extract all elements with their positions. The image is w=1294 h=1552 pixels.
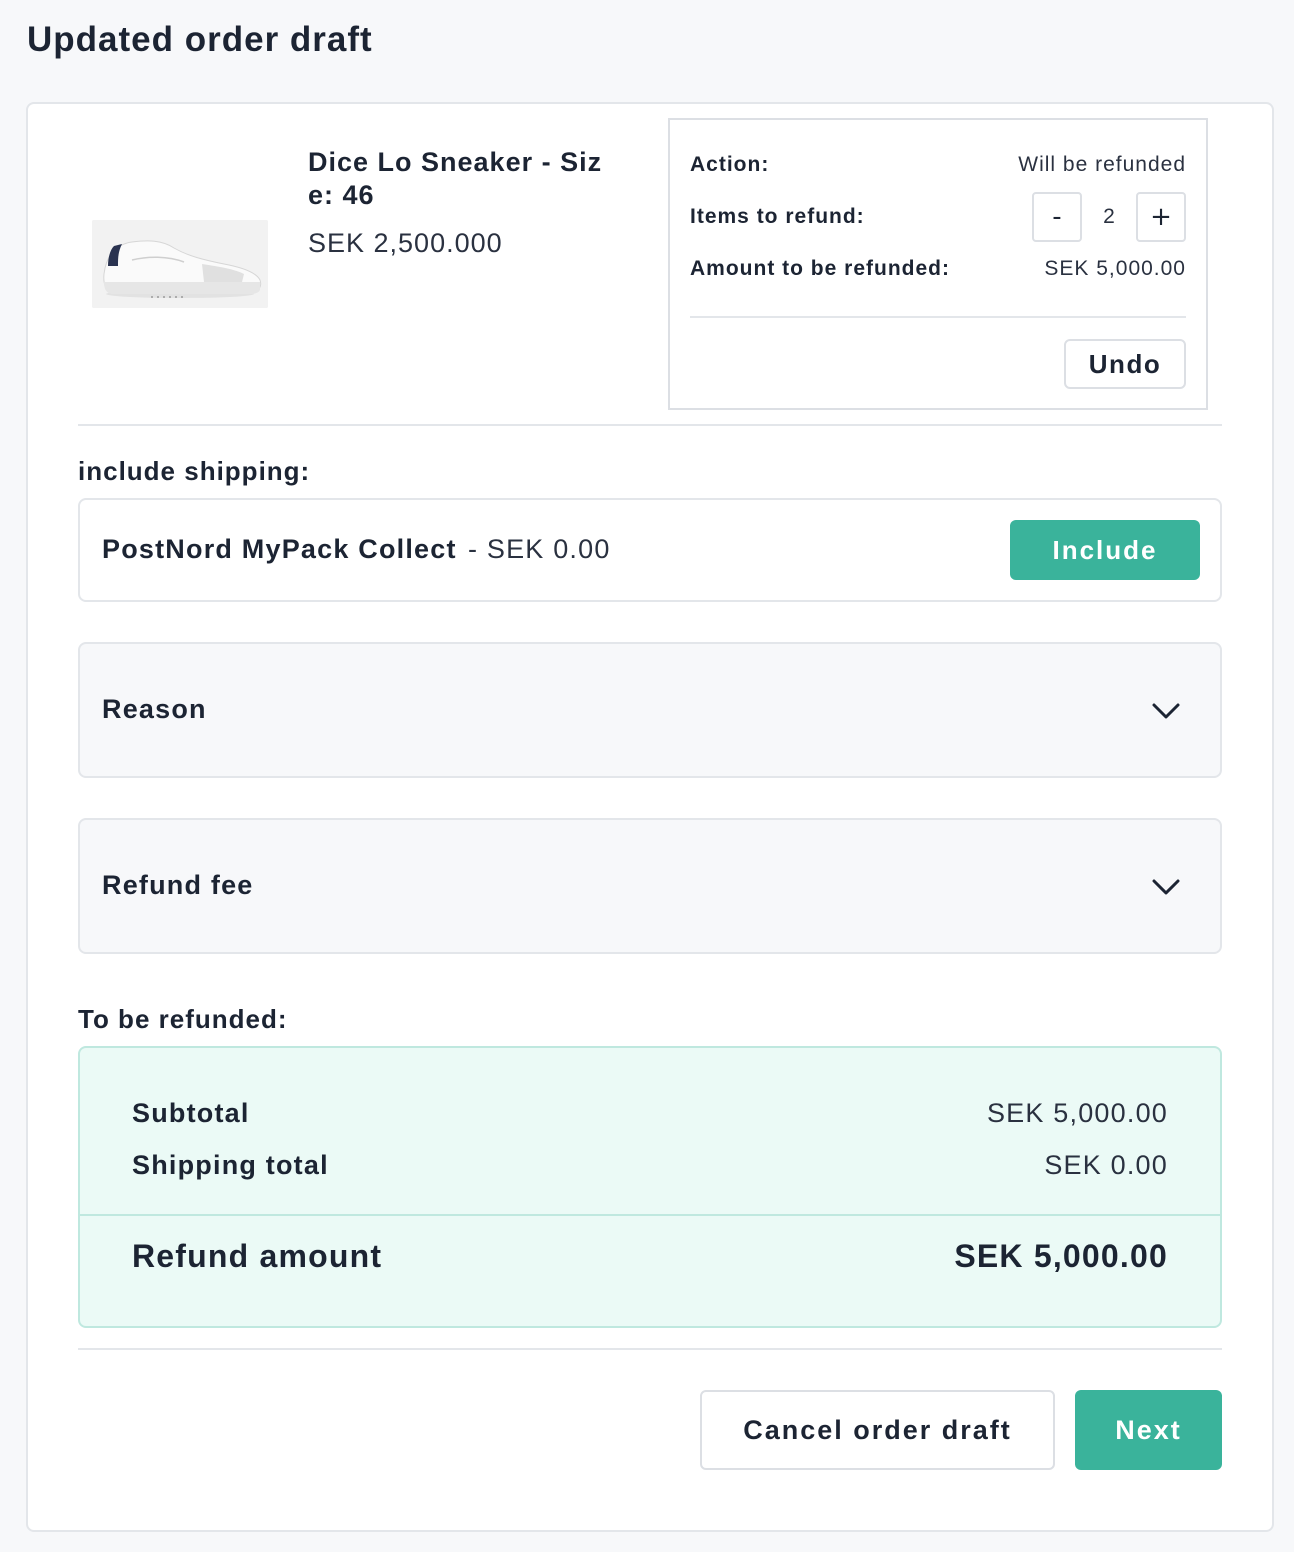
amount-value: SEK 5,000.00: [1044, 257, 1186, 280]
shipping-method-price: - SEK 0.00: [468, 534, 611, 564]
panel-divider: [690, 316, 1186, 318]
items-to-refund-row: Items to refund: - 2 +: [690, 192, 1186, 242]
refund-amount-value: SEK 5,000.00: [954, 1238, 1168, 1274]
quantity-value: 2: [1103, 205, 1115, 228]
action-row: Action: Will be refunded: [690, 150, 1186, 180]
refund-summary: Subtotal SEK 5,000.00 Shipping total SEK…: [78, 1046, 1222, 1328]
shipping-option: PostNord MyPack Collect - SEK 0.00 Inclu…: [78, 498, 1222, 602]
subtotal-value: SEK 5,000.00: [986, 1098, 1168, 1128]
amount-label: Amount to be refunded:: [690, 257, 950, 280]
product-name: Dice Lo Sneaker - Size: 46: [308, 147, 603, 210]
refund-fee-label: Refund fee: [102, 870, 254, 900]
decrement-button[interactable]: -: [1032, 192, 1082, 242]
include-shipping-label: include shipping:: [78, 456, 311, 486]
refund-amount-label: Refund amount: [132, 1238, 383, 1274]
cancel-order-draft-button[interactable]: Cancel order draft: [700, 1390, 1055, 1470]
shipping-total-label: Shipping total: [132, 1150, 329, 1180]
shipping-total-value: SEK 0.00: [1044, 1150, 1168, 1180]
chevron-down-icon: [1152, 703, 1180, 719]
include-shipping-button[interactable]: Include: [1010, 520, 1200, 580]
refund-action-panel: Action: Will be refunded Items to refund…: [668, 118, 1208, 410]
chevron-down-icon: [1152, 879, 1180, 895]
subtotal-label: Subtotal: [132, 1098, 250, 1128]
summary-divider: [80, 1214, 1220, 1216]
product-divider: [78, 424, 1222, 426]
reason-accordion[interactable]: Reason: [78, 642, 1222, 778]
footer-divider: [78, 1348, 1222, 1350]
product-price: SEK 2,500.000: [308, 228, 503, 258]
quantity-stepper: - 2 +: [1032, 192, 1186, 242]
items-to-refund-label: Items to refund:: [690, 205, 865, 228]
next-button[interactable]: Next: [1075, 1390, 1222, 1470]
reason-label: Reason: [102, 694, 207, 724]
refund-fee-accordion[interactable]: Refund fee: [78, 818, 1222, 954]
refund-amount-row: Refund amount SEK 5,000.00: [132, 1238, 1168, 1275]
to-be-refunded-label: To be refunded:: [78, 1004, 288, 1034]
page-title: Updated order draft: [27, 20, 373, 59]
subtotal-row: Subtotal SEK 5,000.00: [132, 1098, 1168, 1129]
shipping-total-row: Shipping total SEK 0.00: [132, 1150, 1168, 1181]
action-label: Action:: [690, 153, 770, 176]
undo-button[interactable]: Undo: [1064, 339, 1186, 389]
increment-button[interactable]: +: [1136, 192, 1186, 242]
amount-row: Amount to be refunded: SEK 5,000.00: [690, 254, 1186, 284]
action-value: Will be refunded: [1018, 153, 1186, 176]
shipping-method-name: PostNord MyPack Collect: [102, 534, 457, 564]
sneaker-product-image: [92, 220, 268, 308]
